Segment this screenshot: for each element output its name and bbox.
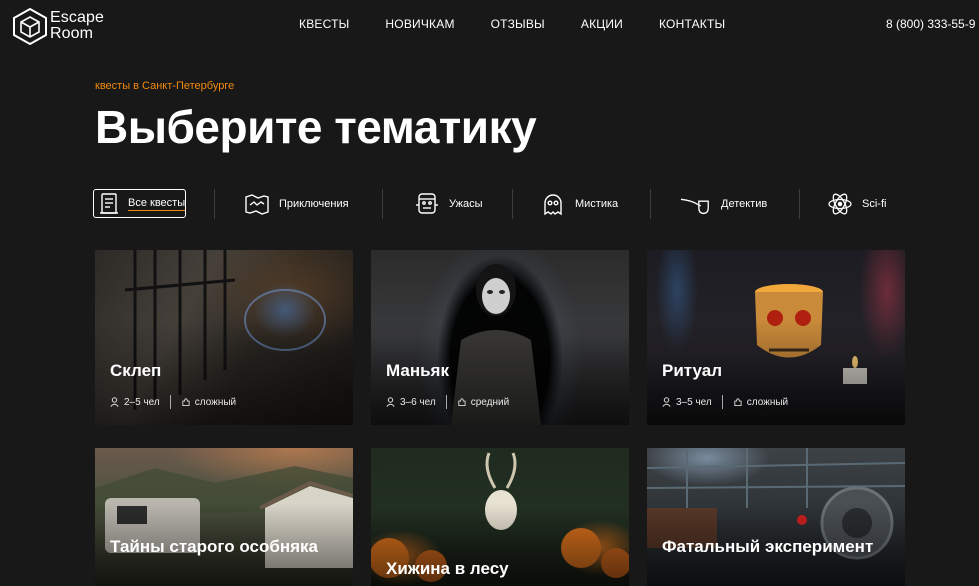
- all-quests-icon: [96, 190, 122, 218]
- card-title: Склеп: [110, 361, 162, 380]
- card-level: сложный: [746, 396, 789, 408]
- quest-card-sklep[interactable]: Склеп 2–5 чел сложный: [95, 250, 353, 425]
- filter-divider: [799, 189, 800, 219]
- card-meta: 3–5 чел сложный: [662, 395, 788, 409]
- card-level: средний: [470, 396, 510, 408]
- nav-item-promos[interactable]: АКЦИИ: [581, 17, 623, 31]
- quest-card-manyak[interactable]: Маньяк 3–6 чел средний: [371, 250, 629, 425]
- card-players: 2–5 чел: [124, 396, 160, 408]
- atom-icon: [826, 190, 854, 218]
- filter-divider: [512, 189, 513, 219]
- person-icon: [662, 397, 671, 407]
- map-icon: [243, 190, 271, 218]
- meta-divider: [445, 395, 447, 409]
- filter-scifi[interactable]: Sci-fi: [826, 189, 886, 218]
- card-meta: 2–5 чел сложный: [110, 395, 236, 409]
- nav-item-contacts[interactable]: КОНТАКТЫ: [659, 17, 725, 31]
- logo[interactable]: Escape Room: [12, 6, 122, 46]
- logo-line-1: Escape: [50, 9, 104, 26]
- logo-line-2: Room: [50, 25, 94, 42]
- card-title: Хижина в лесу: [386, 559, 509, 578]
- card-overlay: [647, 448, 905, 586]
- filter-label: Все квесты: [128, 196, 186, 211]
- filter-label: Мистика: [575, 197, 619, 210]
- card-title: Маньяк: [386, 361, 449, 380]
- card-players: 3–6 чел: [400, 396, 436, 408]
- card-players: 3–5 чел: [676, 396, 712, 408]
- card-title: Ритуал: [662, 361, 723, 380]
- main-nav: КВЕСТЫ НОВИЧКАМ ОТЗЫВЫ АКЦИИ КОНТАКТЫ: [299, 17, 761, 31]
- frankenstein-icon: [413, 190, 441, 218]
- meta-divider: [169, 395, 171, 409]
- cube-logo-icon: [13, 7, 47, 45]
- quest-card-tainy-osobnyaka[interactable]: Тайны старого особняка: [95, 448, 353, 586]
- filter-label: Приключения: [279, 197, 349, 210]
- card-overlay: [95, 448, 353, 586]
- puzzle-icon: [182, 398, 190, 407]
- filter-divider: [382, 189, 383, 219]
- quest-card-hizhina[interactable]: Хижина в лесу: [371, 448, 629, 586]
- card-title: Тайны старого особняка: [110, 537, 318, 556]
- filter-adventures[interactable]: Приключения: [243, 189, 349, 218]
- phone-number[interactable]: 8 (800) 333-55-9: [886, 17, 975, 31]
- quest-card-fatalny[interactable]: Фатальный эксперимент: [647, 448, 905, 586]
- puzzle-icon: [458, 398, 466, 407]
- filter-all-quests[interactable]: Все квесты: [93, 189, 186, 218]
- filter-label: Детектив: [721, 197, 768, 210]
- filter-label: Ужасы: [449, 197, 483, 210]
- quest-card-ritual[interactable]: Ритуал 3–5 чел сложный: [647, 250, 905, 425]
- card-level: сложный: [194, 396, 237, 408]
- filter-divider: [650, 189, 651, 219]
- nav-item-beginners[interactable]: НОВИЧКАМ: [385, 17, 454, 31]
- theme-filter-bar: Все квесты Приключения Ужасы Мистика Дет…: [93, 189, 893, 221]
- card-meta: 3–6 чел средний: [386, 395, 509, 409]
- puzzle-icon: [734, 398, 742, 407]
- filter-divider: [214, 189, 215, 219]
- card-title: Фатальный эксперимент: [662, 537, 874, 556]
- filter-label: Sci-fi: [862, 197, 887, 210]
- filter-mystic[interactable]: Мистика: [539, 189, 618, 218]
- nav-item-reviews[interactable]: ОТЗЫВЫ: [491, 17, 545, 31]
- filter-horror[interactable]: Ужасы: [413, 189, 483, 218]
- pipe-icon: [679, 190, 713, 218]
- logo-text: Escape Room: [50, 10, 104, 42]
- person-icon: [110, 397, 119, 407]
- person-icon: [386, 397, 395, 407]
- filter-detective[interactable]: Детектив: [679, 189, 767, 218]
- breadcrumb[interactable]: квесты в Санкт-Петербурге: [95, 80, 234, 92]
- ghost-skull-icon: [539, 190, 567, 218]
- nav-item-quests[interactable]: КВЕСТЫ: [299, 17, 349, 31]
- site-header: Escape Room КВЕСТЫ НОВИЧКАМ ОТЗЫВЫ АКЦИИ…: [0, 0, 979, 50]
- meta-divider: [721, 395, 723, 409]
- page-title: Выберите тематику: [95, 101, 537, 153]
